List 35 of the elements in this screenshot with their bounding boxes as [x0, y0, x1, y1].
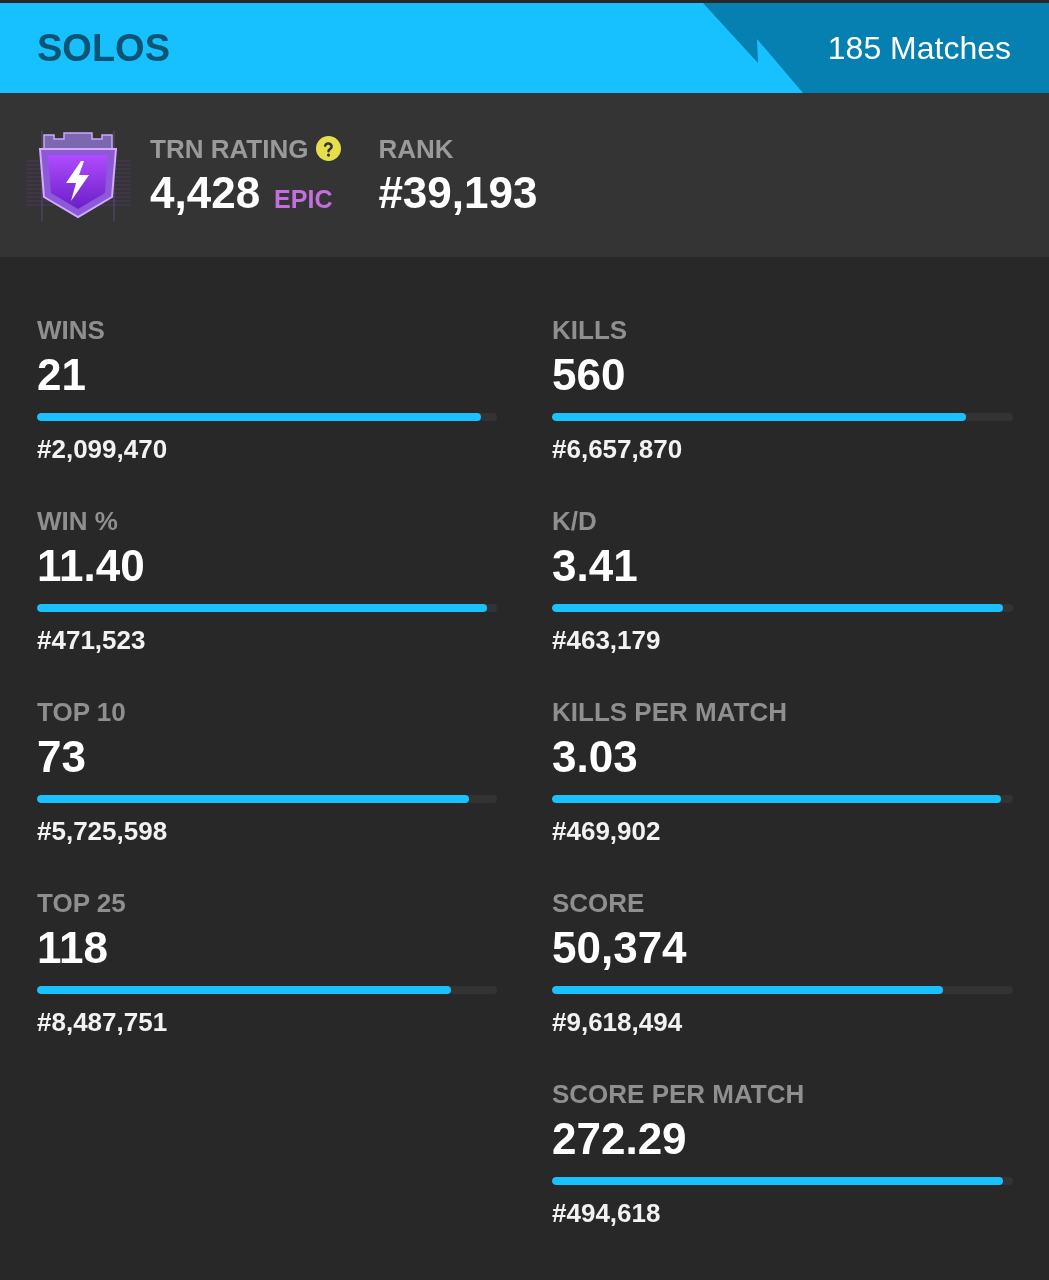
help-icon[interactable] — [316, 136, 342, 161]
stat-label: SCORE PER MATCH — [552, 1079, 806, 1109]
stat-value: 272.29 — [552, 1115, 688, 1163]
stat-label: TOP 10 — [37, 697, 127, 727]
stat-rank: #494,618 — [552, 1198, 662, 1228]
stat-label: SCORE — [552, 888, 646, 918]
tier-label: EPIC — [274, 184, 333, 214]
mode-title: SOLOS — [36, 26, 171, 70]
stat-label: WINS — [37, 315, 106, 345]
stat-rank: #5,725,598 — [37, 816, 169, 846]
stat-rank: #2,099,470 — [37, 434, 169, 464]
stat-rank: #9,618,494 — [552, 1007, 684, 1037]
stat-value: 118 — [37, 924, 109, 972]
rank-value: #39,193 — [378, 168, 538, 217]
stat-label: TOP 25 — [37, 888, 127, 918]
stat-label: K/D — [552, 506, 598, 536]
matches-count: 185 Matches — [827, 29, 1011, 67]
stat-rank: #463,179 — [552, 625, 662, 655]
rank-label: RANK — [378, 133, 455, 164]
stat-label: KILLS — [552, 315, 629, 345]
stat-rank: #469,902 — [552, 816, 662, 846]
stat-value: 21 — [37, 351, 87, 399]
rating-label: TRN RATING — [150, 133, 309, 164]
stat-rank: #6,657,870 — [552, 434, 684, 464]
stat-rank: #471,523 — [37, 625, 147, 655]
stat-label: KILLS PER MATCH — [552, 697, 788, 727]
stat-rank: #8,487,751 — [37, 1007, 169, 1037]
stat-value: 73 — [37, 733, 87, 781]
stat-value: 3.03 — [552, 733, 639, 781]
rating-value: 4,428 — [150, 168, 261, 217]
stat-label: WIN % — [37, 506, 119, 536]
stat-value: 3.41 — [552, 542, 639, 590]
stat-value: 560 — [552, 351, 627, 399]
stat-value: 11.40 — [37, 542, 146, 590]
stat-value: 50,374 — [552, 924, 688, 972]
